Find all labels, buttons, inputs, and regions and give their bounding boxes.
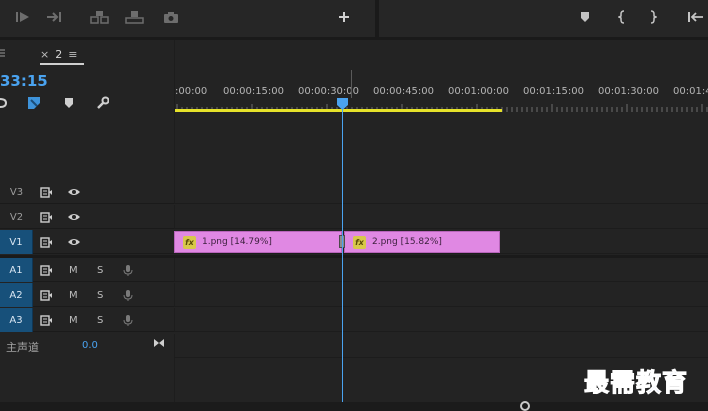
fx-badge-icon[interactable]: fx [353,235,366,249]
film-icon[interactable] [40,210,53,224]
playhead-handle[interactable] [337,98,348,110]
track-header-a1[interactable]: A1 M S [0,258,174,282]
zoom-handle[interactable] [520,401,530,411]
clip-2[interactable]: fx 2.png [15.82%] [344,231,500,253]
tab-label: 2 [55,47,63,61]
go-to-in-icon[interactable] [686,6,706,28]
add-marker-icon[interactable] [63,96,77,110]
film-icon[interactable] [40,313,53,327]
playhead-line[interactable] [342,108,343,402]
track-name[interactable]: A2 [0,283,33,307]
film-icon[interactable] [40,235,53,249]
ruler-label: 00:00:15:00 [223,86,285,97]
toolbar-separator [375,0,379,38]
panel-menu-icon[interactable] [0,48,6,58]
horizontal-scrollbar[interactable] [0,402,708,411]
track-lane-v2[interactable] [174,205,708,229]
mark-out-icon[interactable] [645,6,661,28]
tab-sequence-2[interactable]: × 2 ≡ [40,45,84,65]
track-name[interactable]: V1 [0,230,33,254]
film-icon[interactable] [40,263,53,277]
ruler-label: 00:00:30:00 [298,86,360,97]
track-header-master[interactable]: 主声道 0.0 [0,334,174,358]
playhead-timecode[interactable]: 33:15 [0,72,48,90]
watermark: 最需教育 [583,368,689,398]
ruler-label: 00:01:4 [673,86,708,97]
track-name[interactable]: V3 [0,180,33,204]
go-to-in-out-icon[interactable] [153,337,165,352]
microphone-icon[interactable] [123,288,133,302]
snap-icon[interactable] [27,96,41,110]
microphone-icon[interactable] [123,263,133,277]
track-name[interactable]: A1 [0,258,33,282]
program-toolbar [0,0,708,38]
clip-label: 1.png [14.79%] [202,237,272,247]
master-label: 主声道 [6,341,39,354]
ruler-cursor-line [351,70,352,98]
insert-icon[interactable] [88,6,112,28]
mute-button[interactable]: M [69,288,78,302]
tab-menu-icon[interactable]: ≡ [68,48,77,61]
film-icon[interactable] [40,185,53,199]
clip-1[interactable]: fx 1.png [14.79%] [174,231,342,253]
mute-button[interactable]: M [69,263,78,277]
eye-icon[interactable] [67,235,81,249]
track-lane-a2[interactable] [174,283,708,307]
track-lane-a3[interactable] [174,308,708,332]
ruler-label: 00:00:45:00 [373,86,435,97]
ruler-label: 00:01:15:00 [523,86,585,97]
track-header-v3[interactable]: V3 [0,180,174,204]
wrench-icon[interactable] [95,96,110,110]
track-name[interactable]: A3 [0,308,33,332]
overwrite-icon[interactable] [123,6,147,28]
solo-button[interactable]: S [97,313,103,327]
camera-icon[interactable] [160,6,182,28]
close-icon[interactable]: × [40,48,49,61]
play-in-to-out-icon[interactable] [12,6,34,28]
loop-icon[interactable] [44,6,66,28]
marker-icon[interactable] [577,6,593,28]
eye-icon[interactable] [67,210,81,224]
track-header-v2[interactable]: V2 [0,205,174,229]
microphone-icon[interactable] [123,313,133,327]
mute-button[interactable]: M [69,313,78,327]
time-ruler[interactable]: :00:00 00:00:15:00 00:00:30:00 00:00:45:… [174,40,708,180]
fx-badge-icon[interactable]: fx [183,235,196,249]
ruler-label: 00:01:30:00 [598,86,660,97]
track-lane-v3[interactable] [174,180,708,204]
track-lane-master[interactable] [174,334,708,358]
solo-button[interactable]: S [97,288,103,302]
track-header-a2[interactable]: A2 M S [0,283,174,307]
track-header-a3[interactable]: A3 M S [0,308,174,332]
track-header-v1[interactable]: V1 [0,230,174,254]
solo-button[interactable]: S [97,263,103,277]
clip-label: 2.png [15.82%] [372,237,442,247]
film-icon[interactable] [40,288,53,302]
track-name[interactable]: V2 [0,205,33,229]
nest-toggle-icon[interactable] [0,96,14,110]
ruler-label: 00:01:00:00 [448,86,510,97]
ruler-label: :00:00 [175,86,208,97]
track-lane-a1[interactable] [174,258,708,282]
add-button-icon[interactable] [334,6,354,28]
mark-in-icon[interactable] [614,6,630,28]
eye-icon[interactable] [67,185,81,199]
master-volume-value[interactable]: 0.0 [82,340,98,351]
